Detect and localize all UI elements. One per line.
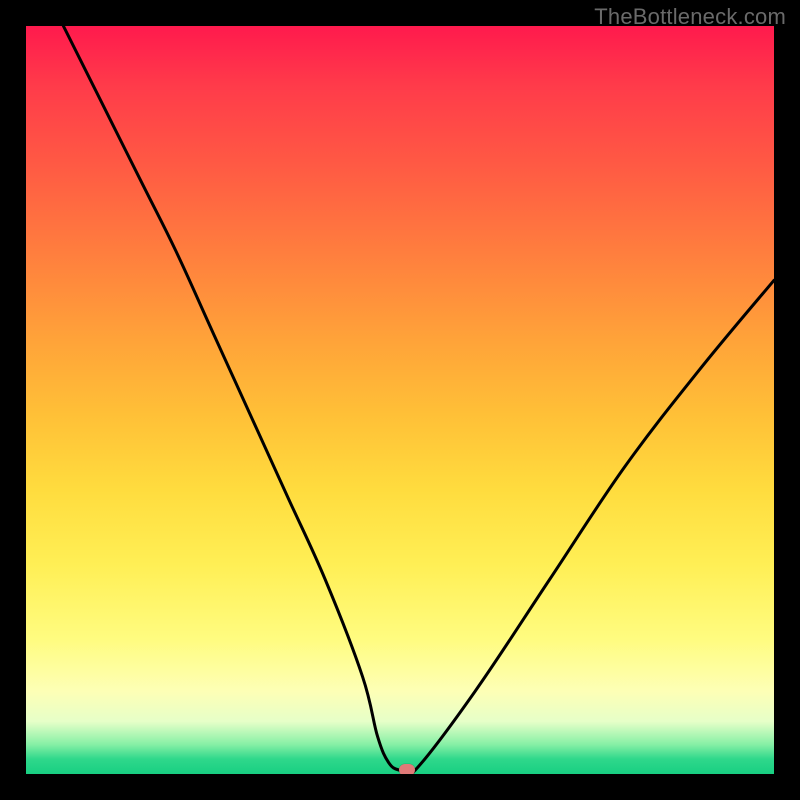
optimum-marker [399,764,415,775]
curve-path [63,26,774,774]
plot-area [26,26,774,774]
watermark-label: TheBottleneck.com [594,4,786,30]
chart-frame: TheBottleneck.com [0,0,800,800]
bottleneck-curve [26,26,774,774]
